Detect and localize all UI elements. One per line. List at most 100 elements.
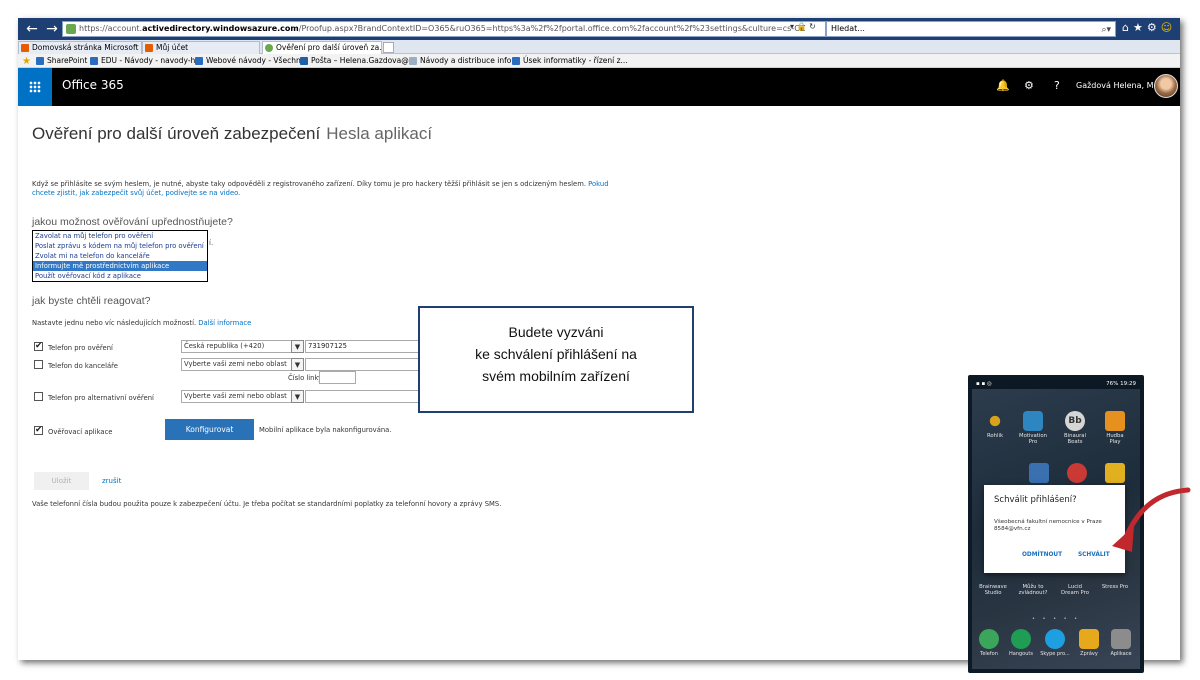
method-hidden-text: í. [209,239,214,247]
avatar[interactable] [1154,74,1178,98]
favorite-label: EDU - Návody - navody-h... [101,56,203,65]
method-dropdown-list[interactable]: Zavolat na můj telefon pro ověření Posla… [32,230,208,282]
help-icon[interactable]: ? [1054,79,1060,92]
app-stress[interactable]: Stress Pro [1100,584,1130,590]
motivation-icon [1023,411,1043,431]
favorite-sharepoint[interactable]: SharePoint [36,54,87,67]
sharepoint-icon [90,57,98,65]
bell-icon[interactable]: 🔔 [996,79,1010,92]
gear-icon[interactable]: ⚙ [1024,79,1034,92]
gear-icon[interactable]: ⚙ [1147,21,1161,34]
alt-phone-input[interactable] [305,390,427,403]
office-phone-checkbox[interactable] [34,360,43,369]
chevron-down-icon[interactable]: ▼ [291,390,304,403]
intro-text: Když se přihlásíte se svým heslem, je nu… [32,180,632,198]
dock-phone[interactable]: Telefon [974,629,1004,657]
deny-button[interactable]: ODMÍTNOUT [1022,552,1062,558]
favorite-label: Pošta – Helena.Gazdova@... [311,56,416,65]
search-icon[interactable]: ⌕▾ [1101,23,1111,37]
page-title-text: Ověření pro další úroveň zabezpečení [32,124,321,143]
home-icon[interactable]: ⌂ [1122,21,1133,34]
app-partial[interactable] [1100,463,1130,485]
app-icon [1105,463,1125,483]
method-option-selected[interactable]: Informujte mě prostřednictvím aplikace [33,261,207,271]
configure-button[interactable]: Konfigurovat [165,419,254,440]
country-select[interactable]: Česká republika (+420) ▼ [181,340,304,353]
tab-my-account[interactable]: Můj účet [142,41,260,54]
method-option[interactable]: Použít ověřovací kód z aplikace [33,271,207,281]
app-lucid[interactable]: Lucid Dream Pro [1060,584,1090,596]
intro-body: Když se přihlásíte se svým heslem, je nu… [32,180,586,188]
dropdown-icon[interactable]: ▾ [790,22,794,31]
waffle-icon [29,81,41,93]
arrow-shaft [1121,487,1191,545]
country-select[interactable]: Vyberte vaši zemi nebo oblast ▼ [181,390,304,403]
sharepoint-icon [195,57,203,65]
app-brainwave[interactable]: Brainwave Studio [978,584,1008,596]
dock-messages[interactable]: Zprávy [1074,629,1104,657]
auth-app-checkbox[interactable]: ✔ [34,426,43,435]
app-launcher-button[interactable] [18,68,52,106]
save-button[interactable]: Uložit [34,472,89,490]
messages-icon [1079,629,1099,649]
url-domain: activedirectory.windowsazure.com [142,24,299,33]
app-binaural[interactable]: Bb Binaural Beats [1060,411,1090,445]
app-motivation[interactable]: Motivation Pro [1018,411,1048,445]
cancel-link[interactable]: zrušit [102,477,121,485]
row-label: Ověřovací aplikace [48,428,113,436]
favorite-mail[interactable]: Pošta – Helena.Gazdova@... [300,54,416,67]
app-passwords-link[interactable]: Hesla aplikací [326,124,432,143]
outlook-icon [300,57,308,65]
smiley-icon[interactable]: ☺ [1161,21,1176,34]
app-rohlik[interactable]: Rohlik [980,411,1010,439]
user-name[interactable]: Gaždová Helena, Mgr. [1076,81,1164,90]
dock-hangouts[interactable]: Hangouts [1006,629,1036,657]
office-phone-input[interactable] [305,358,427,371]
favorite-edu[interactable]: EDU - Návody - navody-h... [90,54,202,67]
favorite-distribution[interactable]: Návody a distribuce infor... [409,54,521,67]
annotation-arrow [1112,487,1191,552]
chevron-down-icon[interactable]: ▼ [291,358,304,371]
app-muzu[interactable]: Můžu to zvládnout? [1018,584,1048,596]
more-info-link[interactable]: Další informace [198,319,251,327]
method-option[interactable]: Poslat zprávu s kódem na můj telefon pro… [33,241,207,251]
search-input[interactable]: Hledat... ⌕▾ [826,21,1116,37]
new-tab-button[interactable] [383,42,394,53]
phone-number-input[interactable]: 731907125 [305,340,427,353]
extension-input[interactable] [319,371,356,384]
back-arrow-icon[interactable]: ← [22,20,42,38]
method-option[interactable]: Zvolat mi na telefon do kanceláře [33,251,207,261]
favorite-it-dept[interactable]: Úsek informatiky - řízení z... [512,54,628,67]
app-label: Hudba Play [1106,433,1124,445]
favorite-web-guides[interactable]: Webové návody - Všechn... [195,54,308,67]
refresh-icon[interactable]: ↻ [809,22,816,31]
dock-label: Telefon [980,651,998,657]
verification-phone-checkbox[interactable]: ✔ [34,342,43,351]
country-select[interactable]: Vyberte vaši zemi nebo oblast ▼ [181,358,304,371]
favorite-label: SharePoint [47,56,88,65]
o365-top-bar: Office 365 🔔 ⚙ ? Gaždová Helena, Mgr. [18,68,1180,106]
tab-verification[interactable]: Ověření pro další úroveň za...× [262,41,382,54]
document-icon [409,57,417,65]
app-hudba[interactable]: Hudba Play [1100,411,1130,445]
url-field[interactable]: https://account.activedirectory.windowsa… [62,21,826,37]
url-tools[interactable]: ▾ 🔒 ↻ [790,22,816,31]
alt-phone-checkbox[interactable] [34,392,43,401]
method-option[interactable]: Zavolat na můj telefon pro ověření [33,231,207,241]
o365-title[interactable]: Office 365 [62,78,124,92]
app-partial[interactable] [1024,463,1054,485]
status-icons: ▪ ▪ ◎ [976,381,992,387]
lock-icon[interactable]: 🔒 [797,22,807,31]
extension-label: Číslo linky [288,374,323,382]
row-label: Telefon pro ověření [48,344,113,352]
url-rest: /Proofup.aspx?BrandContextID=O365&ruO365… [298,24,806,33]
dock-apps[interactable]: Aplikace [1106,629,1136,657]
chevron-down-icon[interactable]: ▼ [291,340,304,353]
forward-arrow-icon[interactable]: → [42,20,62,38]
app-partial[interactable] [1062,463,1092,485]
app-label: Motivation Pro [1019,433,1047,445]
dock-skype[interactable]: Skype pro... [1040,629,1070,657]
favorites-star-icon[interactable]: ★ [1133,21,1147,34]
favorites-star-icon[interactable]: ★ [22,55,31,68]
tab-microsoft-home[interactable]: Domovská stránka Microsoft O... [18,41,142,54]
